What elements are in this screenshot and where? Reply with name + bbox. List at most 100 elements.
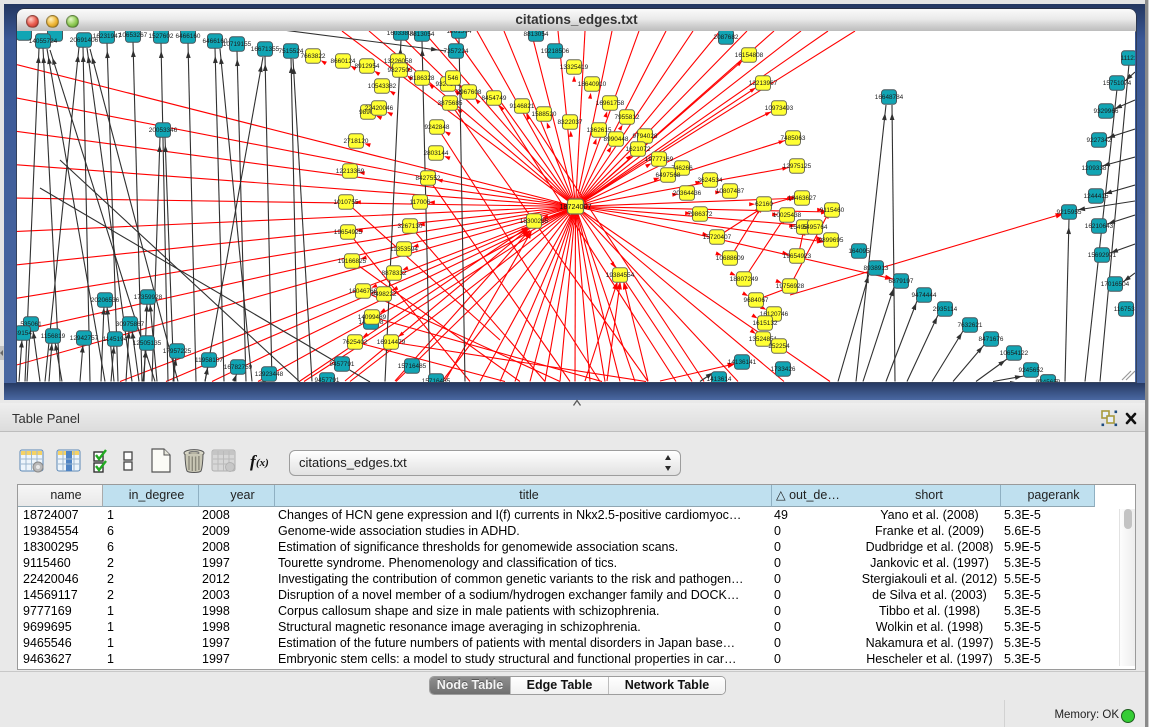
svg-text:8454749: 8454749 [482, 95, 507, 102]
svg-text:10025438: 10025438 [773, 212, 802, 219]
svg-text:18640910: 18640910 [578, 81, 607, 88]
svg-text:18724007: 18724007 [560, 202, 592, 211]
svg-text:15692971: 15692971 [1088, 252, 1117, 259]
svg-text:9146821: 9146821 [510, 103, 535, 110]
svg-text:12975125: 12975125 [783, 163, 812, 170]
svg-text:8990448: 8990448 [604, 136, 629, 143]
svg-text:1527602: 1527602 [149, 33, 174, 40]
svg-text:9899695: 9899695 [819, 237, 844, 244]
svg-text:12923448: 12923448 [255, 371, 284, 378]
svg-text:9794028: 9794028 [633, 133, 658, 140]
svg-text:6879197: 6879197 [889, 278, 914, 285]
svg-text:12213967: 12213967 [749, 80, 778, 87]
svg-text:17957225: 17957225 [163, 348, 192, 355]
svg-text:1167533: 1167533 [1114, 306, 1135, 313]
svg-text:18300295: 18300295 [520, 218, 549, 225]
svg-text:2803144: 2803144 [424, 150, 449, 157]
svg-text:15720407: 15720407 [703, 234, 732, 241]
svg-text:8427552: 8427552 [416, 175, 441, 182]
svg-text:9457791: 9457791 [330, 361, 355, 368]
svg-text:10653267: 10653267 [119, 32, 148, 39]
svg-text:8471676: 8471676 [979, 336, 1004, 343]
svg-text:15751074: 15751074 [1103, 80, 1132, 87]
svg-text:1588520: 1588520 [532, 111, 557, 118]
svg-text:19218506: 19218506 [541, 48, 570, 55]
svg-text:13325419: 13325419 [560, 64, 589, 71]
svg-text:14136141: 14136141 [728, 359, 757, 366]
svg-text:7625402: 7625402 [343, 339, 368, 346]
svg-text:9827503: 9827503 [388, 67, 413, 74]
svg-text:1621072: 1621072 [626, 146, 651, 153]
svg-text:10654122: 10654122 [1000, 350, 1029, 357]
svg-text:12942757: 12942757 [70, 335, 99, 342]
svg-text:10973493: 10973493 [765, 105, 794, 112]
svg-text:7357224: 7357224 [444, 48, 469, 55]
svg-text:3875685: 3875685 [438, 100, 463, 107]
svg-text:9245652: 9245652 [1019, 367, 1044, 374]
svg-text:117006: 117006 [410, 199, 431, 206]
svg-text:12505135: 12505135 [133, 340, 162, 347]
svg-text:7955812: 7955812 [615, 114, 640, 121]
svg-text:19756928: 19756928 [776, 283, 805, 290]
svg-text:19777169: 19777169 [645, 156, 674, 163]
svg-text:9329966: 9329966 [1094, 108, 1119, 115]
svg-text:17016504: 17016504 [1101, 281, 1130, 288]
svg-text:17359928: 17359928 [134, 294, 163, 301]
svg-text:1145194: 1145194 [103, 336, 128, 343]
svg-text:8878332: 8878332 [382, 270, 407, 277]
svg-text:16782759: 16782759 [224, 364, 253, 371]
svg-text:9684067: 9684067 [744, 297, 769, 304]
svg-text:20053346: 20053346 [149, 127, 178, 134]
svg-text:9227342: 9227342 [1087, 137, 1112, 144]
svg-text:62160: 62160 [755, 201, 773, 208]
svg-text:19384554: 19384554 [606, 272, 635, 279]
svg-text:14055724: 14055724 [29, 38, 58, 45]
svg-text:1362615: 1362615 [587, 127, 612, 134]
svg-text:19654923: 19654923 [783, 253, 812, 260]
svg-text:7485063: 7485063 [781, 135, 806, 142]
svg-text:12213369: 12213369 [336, 168, 365, 175]
svg-text:1244415: 1244415 [1084, 193, 1109, 200]
svg-text:11353594: 11353594 [390, 246, 418, 253]
svg-text:15716485: 15716485 [422, 378, 451, 382]
svg-text:10807487: 10807487 [716, 188, 745, 195]
svg-text:10543382: 10543382 [368, 83, 397, 90]
svg-text:16914479: 16914479 [377, 339, 406, 346]
svg-text:2087682: 2087682 [714, 34, 739, 41]
svg-text:8813054: 8813054 [524, 31, 549, 38]
svg-text:7663822: 7663822 [301, 53, 326, 60]
svg-text:8322037: 8322037 [558, 119, 583, 126]
svg-text:10688609: 10688609 [716, 255, 745, 262]
svg-text:9457791: 9457791 [315, 377, 340, 382]
svg-text:8938913: 8938913 [864, 265, 889, 272]
svg-text:19166825: 19166825 [338, 258, 367, 265]
svg-text:2718120: 2718120 [344, 138, 369, 145]
svg-text:6466160: 6466160 [176, 33, 201, 40]
svg-text:16210643: 16210643 [1085, 223, 1114, 230]
svg-text:11121: 11121 [1121, 55, 1135, 62]
svg-text:8660124: 8660124 [331, 58, 356, 65]
svg-text:1010755: 1010755 [334, 199, 359, 206]
svg-text:1615132: 1615132 [753, 320, 778, 327]
svg-text:10719155: 10719155 [223, 41, 252, 48]
svg-text:9242848: 9242848 [425, 124, 450, 131]
svg-text:252254: 252254 [768, 343, 790, 350]
svg-text:20206536: 20206536 [91, 297, 120, 304]
svg-text:8912954: 8912954 [355, 63, 380, 70]
svg-text:22420046: 22420046 [365, 105, 394, 112]
svg-text:8813054: 8813054 [410, 31, 435, 38]
svg-text:18807249: 18807249 [730, 276, 759, 283]
svg-text:9498222: 9498222 [372, 291, 397, 298]
svg-text:8186328: 8186328 [410, 75, 435, 82]
svg-text:9115460: 9115460 [820, 207, 845, 214]
svg-text:5495764: 5495764 [803, 224, 828, 231]
svg-text:16961758: 16961758 [596, 100, 625, 107]
svg-text:3267130: 3267130 [398, 223, 423, 230]
svg-text:546: 546 [448, 75, 459, 82]
svg-text:16671355: 16671355 [251, 46, 280, 53]
svg-text:16231947: 16231947 [93, 33, 122, 40]
svg-text:7632621: 7632621 [958, 322, 983, 329]
svg-text:2967608: 2967608 [457, 89, 482, 96]
svg-text:19654925: 19654925 [334, 229, 363, 236]
svg-text:20364436: 20364436 [673, 190, 702, 197]
